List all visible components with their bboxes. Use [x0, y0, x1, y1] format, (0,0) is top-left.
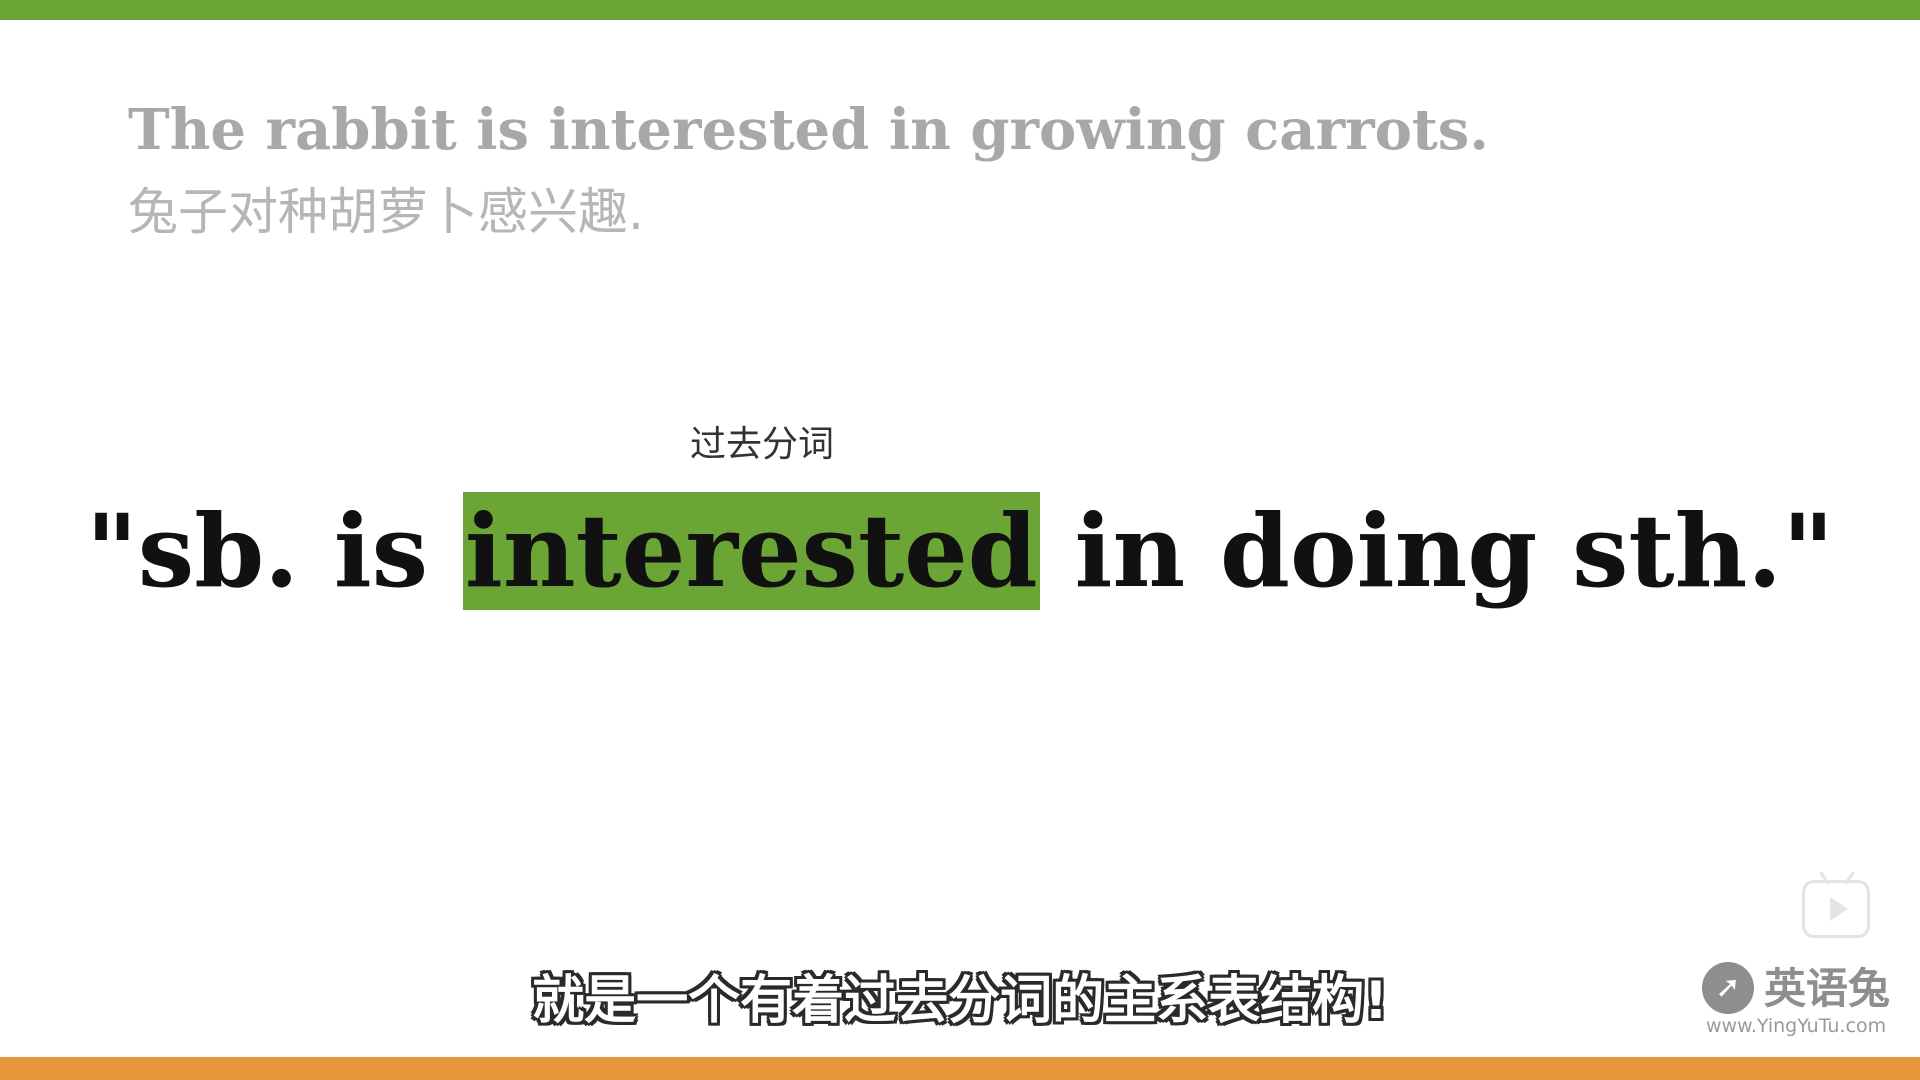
tv-antenna-left: [1819, 871, 1830, 885]
video-frame: The rabbit is interested in growing carr…: [0, 0, 1920, 1080]
watermark-url: www.YingYuTu.com: [1706, 1015, 1887, 1037]
sentence-pattern: "sb. is interested in doing sth.": [0, 482, 1920, 620]
channel-watermark: ➚ 英语兔 www.YingYuTu.com: [1700, 962, 1900, 1042]
tv-antenna-right: [1844, 871, 1855, 885]
rabbit-logo-icon: ➚: [1702, 962, 1754, 1014]
pattern-suffix: in doing sth.": [1039, 492, 1835, 610]
top-accent-bar: [0, 0, 1920, 20]
play-icon: [1830, 897, 1848, 921]
watermark-name: 英语兔: [1764, 964, 1891, 1013]
pattern-highlight: interested: [462, 492, 1040, 610]
pattern-prefix: "sb. is: [85, 492, 463, 610]
example-sentence-english: The rabbit is interested in growing carr…: [128, 97, 1489, 163]
bottom-accent-bar: [0, 1057, 1920, 1080]
video-subtitle: 就是一个有着过去分词的主系表结构!: [532, 971, 1388, 1031]
example-sentence-chinese: 兔子对种胡萝卜感兴趣.: [128, 183, 644, 241]
tv-play-icon[interactable]: [1802, 871, 1870, 938]
past-participle-annotation: 过去分词: [690, 424, 835, 465]
